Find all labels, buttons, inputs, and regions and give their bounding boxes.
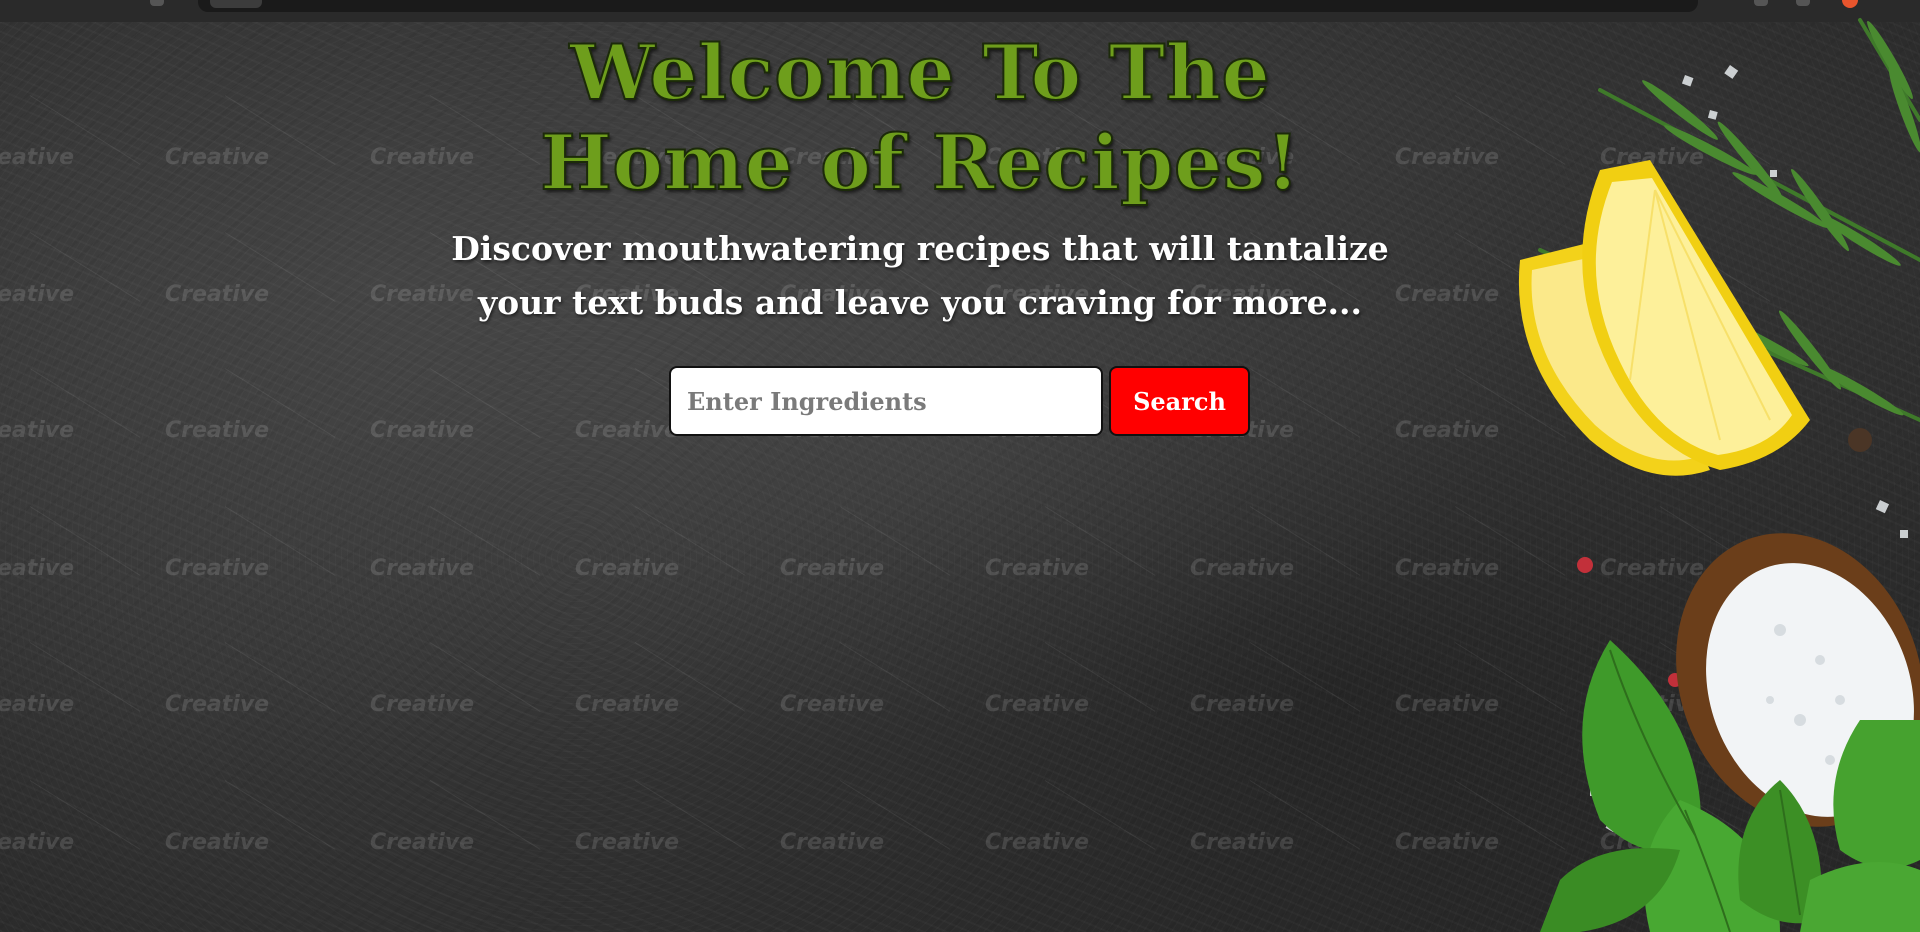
watermark-text: Creative bbox=[985, 692, 1090, 717]
watermark-text: Creative bbox=[0, 418, 75, 443]
watermark-line bbox=[1249, 506, 1361, 576]
title-line-2: Home of Recipes! bbox=[539, 117, 1300, 208]
watermark-text: Creative bbox=[370, 830, 475, 855]
watermark-line bbox=[224, 368, 336, 438]
watermark-line bbox=[429, 368, 541, 438]
pink-pepper-icon bbox=[1577, 557, 1593, 573]
watermark-text: Creative bbox=[0, 692, 75, 717]
watermark-line bbox=[29, 642, 141, 712]
watermark-line bbox=[224, 506, 336, 576]
watermark-text: Creative bbox=[370, 556, 475, 581]
hero-section: Welcome To The Home of Recipes! Discover… bbox=[0, 22, 1920, 330]
watermark-text: Creative bbox=[370, 692, 475, 717]
title-line-1: Welcome To The bbox=[569, 27, 1271, 118]
watermark-text: Creative bbox=[985, 556, 1090, 581]
watermark-line bbox=[634, 780, 746, 850]
extensions-icon[interactable] bbox=[150, 0, 164, 6]
ingredients-input[interactable] bbox=[669, 366, 1103, 436]
tagline-line-2: your text buds and leave you craving for… bbox=[477, 283, 1363, 322]
watermark-text: Creative bbox=[575, 556, 680, 581]
watermark-line bbox=[1249, 642, 1361, 712]
watermark-text: Creative bbox=[0, 830, 75, 855]
watermark-line bbox=[1044, 506, 1156, 576]
watermark-text: Creative bbox=[165, 418, 270, 443]
watermark-text: Creative bbox=[780, 692, 885, 717]
watermark-line bbox=[429, 780, 541, 850]
watermark-line bbox=[634, 506, 746, 576]
watermark-line bbox=[29, 368, 141, 438]
watermark-text: Creative bbox=[370, 418, 475, 443]
watermark-line bbox=[634, 642, 746, 712]
site-info-chip[interactable] bbox=[210, 0, 262, 8]
watermark-text: Creative bbox=[575, 692, 680, 717]
watermark-line bbox=[1249, 368, 1361, 438]
peppercorn-icon bbox=[1848, 428, 1872, 452]
watermark-line bbox=[839, 642, 951, 712]
watermark-text: Creative bbox=[780, 556, 885, 581]
watermark-line bbox=[1044, 780, 1156, 850]
search-button[interactable]: Search bbox=[1109, 366, 1250, 436]
watermark-line bbox=[839, 780, 951, 850]
watermark-text: Creative bbox=[165, 830, 270, 855]
watermark-text: Creative bbox=[575, 418, 680, 443]
watermark-text: Creative bbox=[780, 830, 885, 855]
page-title: Welcome To The Home of Recipes! bbox=[0, 27, 1880, 208]
watermark-text: Creative bbox=[575, 830, 680, 855]
watermark-text: Creative bbox=[985, 830, 1090, 855]
watermark-line bbox=[29, 506, 141, 576]
watermark-text: Creative bbox=[1190, 692, 1295, 717]
ingredient-search-form: Search bbox=[669, 366, 1250, 436]
tagline-line-1: Discover mouthwatering recipes that will… bbox=[451, 229, 1389, 268]
watermark-line bbox=[1249, 780, 1361, 850]
watermark-line bbox=[429, 642, 541, 712]
address-bar[interactable] bbox=[198, 0, 1698, 12]
watermark-line bbox=[839, 506, 951, 576]
watermark-line bbox=[1044, 642, 1156, 712]
watermark-line bbox=[29, 780, 141, 850]
tagline: Discover mouthwatering recipes that will… bbox=[430, 222, 1410, 330]
watermark-line bbox=[429, 506, 541, 576]
watermark-text: Creative bbox=[0, 556, 75, 581]
watermark-line bbox=[224, 642, 336, 712]
watermark-text: Creative bbox=[1190, 556, 1295, 581]
watermark-line bbox=[224, 780, 336, 850]
page: Creative Creative Creative Creative Creative… bbox=[0, 0, 1920, 932]
watermark-text: Creative bbox=[165, 556, 270, 581]
watermark-text: Creative bbox=[1190, 830, 1295, 855]
watermark-text: Creative bbox=[165, 692, 270, 717]
